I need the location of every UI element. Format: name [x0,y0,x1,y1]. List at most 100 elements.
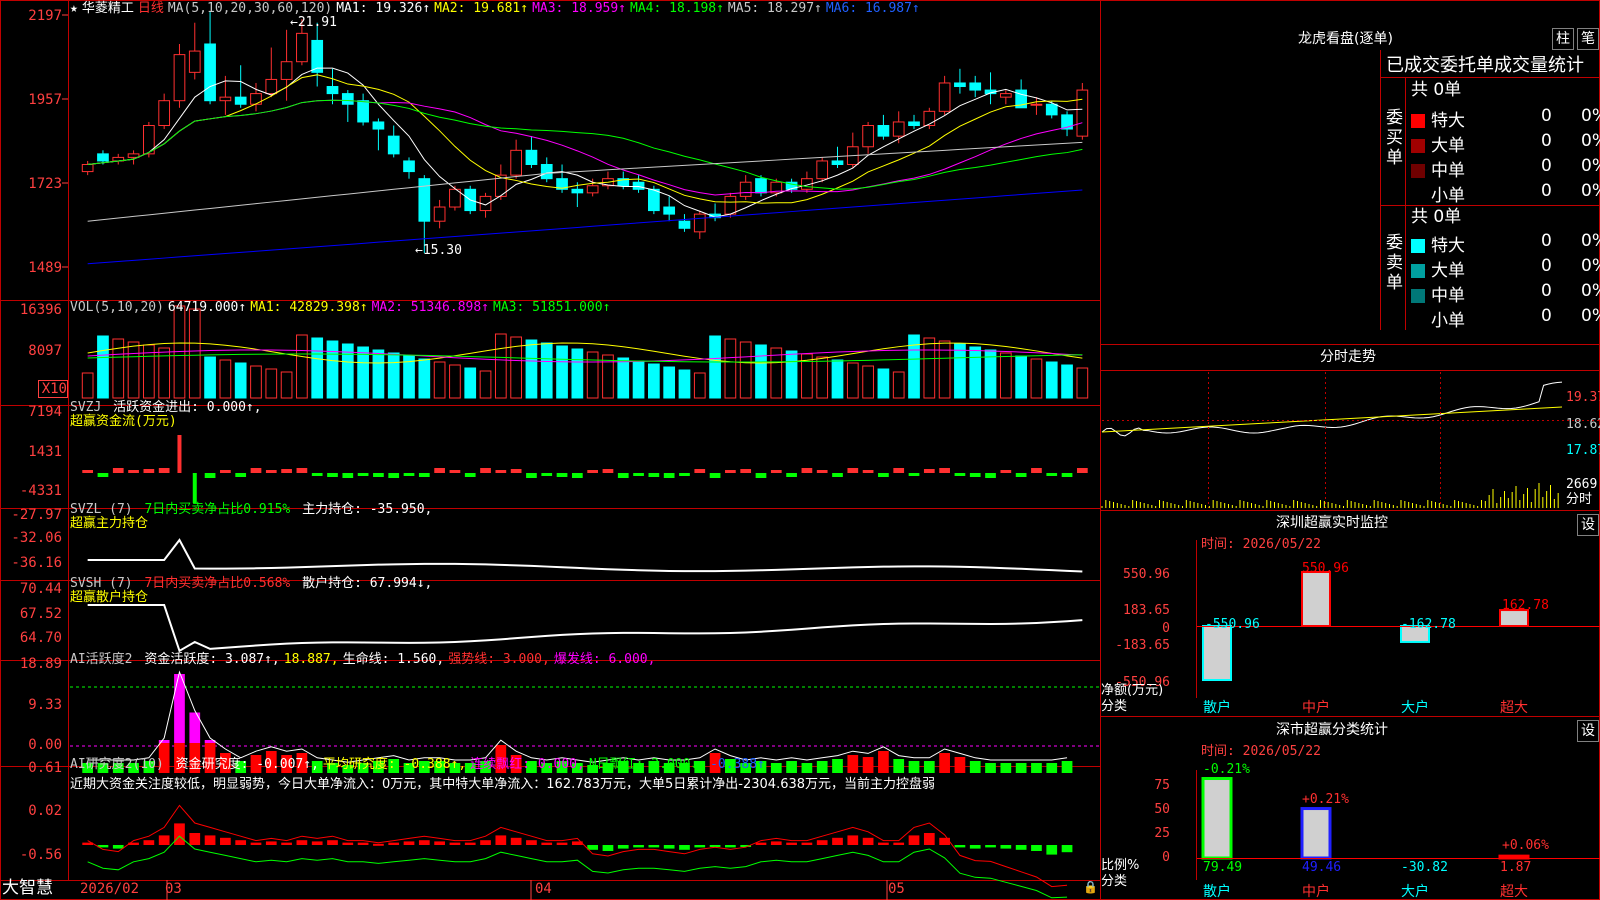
ai2-cont-red: 连续飘红: 0.000, [470,757,585,772]
candle-body [632,181,645,190]
research-bar [786,842,797,845]
ai2-tick: 0.02 [28,803,62,819]
row-value: 0 [1541,256,1552,276]
volume-bar [892,371,905,399]
sz-value-label: 162.78 [1502,598,1549,613]
candle-body [724,195,737,215]
ma6-value: MA6: 16.987↑ [825,1,920,16]
legend-swatch [1411,114,1425,128]
tick-view-button[interactable]: 笔 [1577,28,1599,50]
row-label: 小单 [1431,311,1465,331]
flow-bar [740,469,752,473]
activity-bar [878,751,889,773]
legend-swatch [1411,264,1425,278]
flow-bar [541,473,553,476]
price-tick: 1957 [28,92,62,108]
ai2-tick: 0.61 [28,760,62,776]
row-pct: 0% [1581,156,1600,176]
row-value: 0 [1541,231,1552,251]
flow-bar [296,468,308,473]
flow-bar [617,473,629,478]
vol-ma3: MA3: 51851.000↑ [493,300,611,315]
svzl-label: SVZL (7) [70,502,133,517]
class-category: 大户 [1401,883,1429,900]
intraday-tick: 19.37 [1566,390,1600,405]
candle-body [648,188,660,212]
svzj-header: SVZJ 活跃资金进出: 0.000↑, [70,400,266,415]
sz-tick: 183.65 [1123,603,1170,618]
volume-bar [632,360,645,399]
sell-row-s: 小单 0 0% [1411,306,1600,331]
volume-bar [663,366,676,399]
sz-settings-button[interactable]: 设 [1577,514,1599,536]
volume-bar [525,339,538,399]
class-tick: 75 [1154,778,1170,793]
sell-row-xl: 特大 0 0% [1411,231,1600,256]
flow-bar [82,470,94,473]
research-bar [373,843,384,846]
ma5-value: MA5: 18.297↑ [727,1,822,16]
class-time: 时间: 2026/05/22 [1201,744,1321,759]
flow-bar [177,435,182,473]
volume-bar [372,349,385,399]
flow-bar [556,473,568,477]
flow-bar [265,470,277,473]
volume-bar [494,333,507,399]
candle-body [1030,103,1043,106]
sz-tick: 550.96 [1123,567,1170,582]
sell-orders-label: 委卖单 [1386,233,1403,293]
research-bar [862,837,874,845]
date-tick: 04 [535,881,552,897]
svzl-value: 主力持仓: -35.950, [302,502,433,517]
row-label: 中单 [1431,161,1465,181]
volume-bar [204,356,216,399]
flow-bar [373,473,384,477]
research-bar [265,841,277,845]
row-value: 0 [1541,281,1552,301]
intraday-vol-unit: 分时 [1566,492,1593,507]
date-tick: 03 [165,881,182,897]
flow-bar [235,473,247,477]
bar-view-button[interactable]: 柱 [1552,28,1574,50]
candle-body [908,121,920,127]
ai2-label: AI研究度2(10) [70,757,164,772]
research-bar [281,842,292,845]
svsh-title: 超赢散户持仓 [70,590,149,605]
volume-bar [862,365,874,399]
vol-tick: 16396 [19,302,62,318]
ai2-value: 资金研究度: -0.007↑, [175,757,319,772]
class-title: 深市超赢分类统计 [1276,722,1388,738]
flow-bar [985,473,996,478]
research-bar [418,840,430,845]
candle-body [357,100,369,123]
flow-bar [663,473,675,478]
candle-body [816,160,829,180]
research-bar [939,837,950,845]
flow-bar [418,473,430,477]
class-value-label: 49.46 [1302,860,1341,875]
volume-bar [188,308,201,399]
flow-bar [633,473,644,476]
row-value: 0 [1541,181,1552,201]
candle-body [387,135,400,155]
stats-tabs[interactable]: 已成交委托单成交量统计 [1386,55,1584,77]
flow-bar [357,473,369,476]
research-bar [1000,845,1012,849]
row-label: 小单 [1431,186,1465,206]
flow-bar [495,470,507,473]
class-settings-button[interactable]: 设 [1577,720,1599,742]
brand-logo: 大智慧 [2,878,53,898]
flow-bar [832,473,843,477]
activity-bar [923,761,935,773]
intraday-title[interactable]: 分时走势 [1320,350,1376,365]
volume-bar [969,346,982,399]
activity-bar [770,763,782,773]
candle-body [81,163,94,173]
class-xlabel: 分类 [1101,874,1128,889]
volume-bar [739,341,752,399]
lock-icon[interactable]: 🔒 [1083,880,1098,895]
research-bar [1061,845,1073,853]
flow-bar [449,470,461,473]
volume-bar [954,343,966,399]
ai1-tick: 9.33 [28,697,62,713]
